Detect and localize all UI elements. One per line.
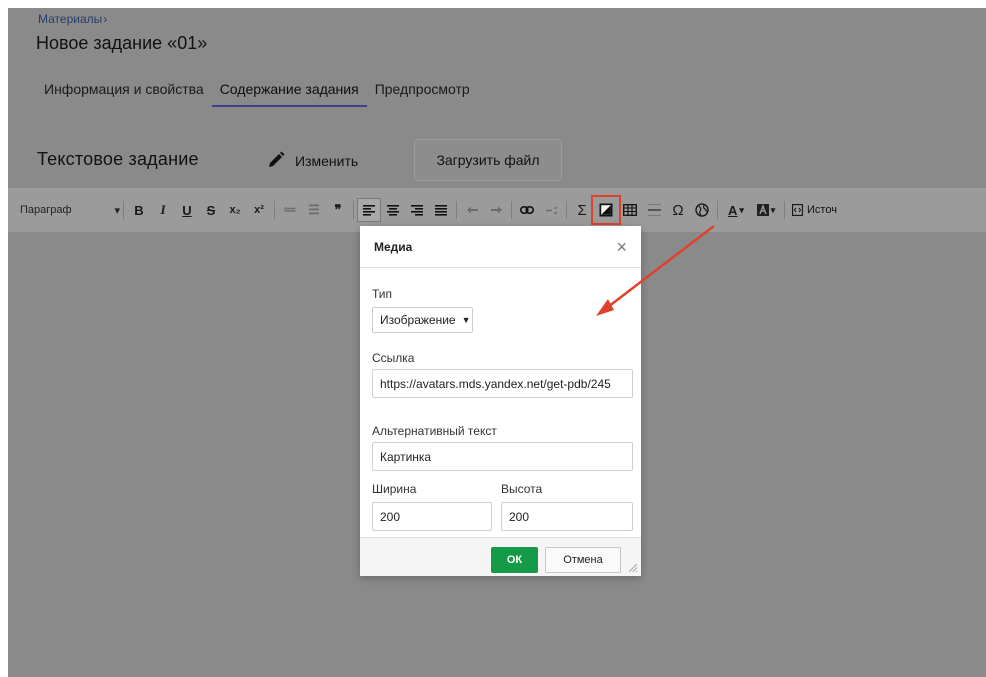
link-icon	[520, 206, 534, 214]
globe-icon	[695, 203, 709, 217]
ok-button[interactable]: ОК	[491, 547, 538, 573]
horizontal-rule-button[interactable]	[642, 198, 666, 222]
cancel-button[interactable]: Отмена	[545, 547, 621, 573]
toolbar-divider	[456, 201, 457, 219]
unlink-icon	[545, 206, 557, 214]
toolbar-divider	[274, 201, 275, 219]
undo-icon	[466, 206, 478, 214]
bullet-list-button[interactable]: ☰	[302, 198, 326, 222]
align-left-icon	[363, 204, 375, 216]
section-title: Текстовое задание	[37, 149, 199, 169]
dialog-footer: ОК Отмена	[360, 537, 641, 576]
upload-file-button[interactable]: Загрузить файл	[414, 139, 562, 181]
tab-info[interactable]: Информация и свойства	[36, 78, 212, 107]
text-color-letter: A	[728, 202, 738, 218]
width-input[interactable]: 200	[372, 502, 492, 531]
tab-content[interactable]: Содержание задания	[211, 78, 367, 107]
table-icon	[623, 204, 637, 216]
breadcrumb-separator: ›	[103, 12, 108, 26]
dialog-header: Медиа ×	[360, 226, 641, 268]
ordered-list-button[interactable]: ≔	[278, 198, 302, 222]
unlink-button[interactable]	[539, 198, 563, 222]
media-dialog: Медиа × Тип Изображение ▼ Ссылка https:/…	[360, 226, 641, 576]
redo-icon	[490, 206, 502, 214]
superscript-button[interactable]: x²	[247, 198, 271, 222]
toolbar-divider	[717, 201, 718, 219]
width-label: Ширина	[372, 482, 417, 496]
media-type-value: Изображение	[380, 313, 456, 327]
highlight-icon	[756, 204, 769, 216]
chevron-down-icon: ▾	[770, 204, 776, 215]
link-label: Ссылка	[372, 351, 415, 365]
page: Материалы› Новое задание «01» Информация…	[0, 0, 986, 677]
align-justify-button[interactable]	[429, 198, 453, 222]
type-label: Тип	[372, 287, 393, 301]
pencil-icon	[266, 150, 286, 173]
formula-button[interactable]: Σ	[570, 198, 594, 222]
chevron-down-icon: ▾	[739, 204, 744, 215]
blockquote-button[interactable]: ❞	[326, 198, 350, 222]
italic-button[interactable]: I	[151, 198, 175, 222]
source-code-button[interactable]: Источ	[792, 204, 837, 216]
emoji-button[interactable]	[690, 198, 714, 222]
subscript-button[interactable]: x₂	[223, 198, 247, 222]
close-icon[interactable]: ×	[616, 238, 627, 256]
source-code-label: Источ	[807, 204, 837, 216]
editor-screen: Материалы› Новое задание «01» Информация…	[8, 8, 986, 677]
source-code-icon	[792, 204, 803, 216]
horizontal-rule-icon	[647, 204, 661, 216]
paragraph-format-label: Параграф	[20, 203, 72, 216]
alt-text-label: Альтернативный текст	[372, 424, 497, 438]
align-right-icon	[411, 204, 423, 216]
breadcrumb[interactable]: Материалы›	[38, 12, 107, 26]
background-color-button[interactable]: ▾	[751, 198, 781, 222]
paragraph-format-select[interactable]: Параграф ▾	[20, 204, 120, 217]
resize-handle-icon[interactable]	[626, 561, 638, 573]
media-type-select[interactable]: Изображение ▼	[372, 307, 473, 333]
height-label: Высота	[501, 482, 543, 496]
toolbar-divider	[566, 201, 567, 219]
toolbar-divider	[353, 201, 354, 219]
page-title: Новое задание «01»	[36, 33, 208, 53]
link-input[interactable]: https://avatars.mds.yandex.net/get-pdb/2…	[372, 369, 633, 398]
redo-button[interactable]	[484, 198, 508, 222]
text-color-button[interactable]: A ▾	[721, 198, 751, 222]
edit-button-label: Изменить	[295, 153, 359, 169]
chevron-down-icon: ▾	[114, 204, 120, 217]
insert-media-button[interactable]	[591, 195, 621, 225]
chevron-down-icon: ▼	[461, 315, 471, 325]
align-center-icon	[387, 204, 399, 216]
align-justify-icon	[435, 204, 447, 216]
align-center-button[interactable]	[381, 198, 405, 222]
dialog-title: Медиа	[374, 239, 413, 254]
tabs: Информация и свойства Содержание задания…	[36, 78, 478, 108]
toolbar-divider	[784, 201, 785, 219]
align-right-button[interactable]	[405, 198, 429, 222]
toolbar-divider	[123, 201, 124, 219]
bold-button[interactable]: B	[127, 198, 151, 222]
underline-button[interactable]: U	[175, 198, 199, 222]
toolbar-divider	[511, 201, 512, 219]
edit-button[interactable]: Изменить	[266, 147, 358, 175]
tab-preview[interactable]: Предпросмотр	[367, 78, 478, 107]
alt-text-input[interactable]: Картинка	[372, 442, 633, 471]
align-left-button[interactable]	[357, 198, 381, 222]
insert-table-button[interactable]	[618, 198, 642, 222]
special-char-button[interactable]: Ω	[666, 198, 690, 222]
image-icon	[599, 203, 613, 217]
strikethrough-button[interactable]: S	[199, 198, 223, 222]
undo-button[interactable]	[460, 198, 484, 222]
height-input[interactable]: 200	[501, 502, 633, 531]
breadcrumb-materials[interactable]: Материалы	[38, 12, 102, 26]
insert-link-button[interactable]	[515, 198, 539, 222]
